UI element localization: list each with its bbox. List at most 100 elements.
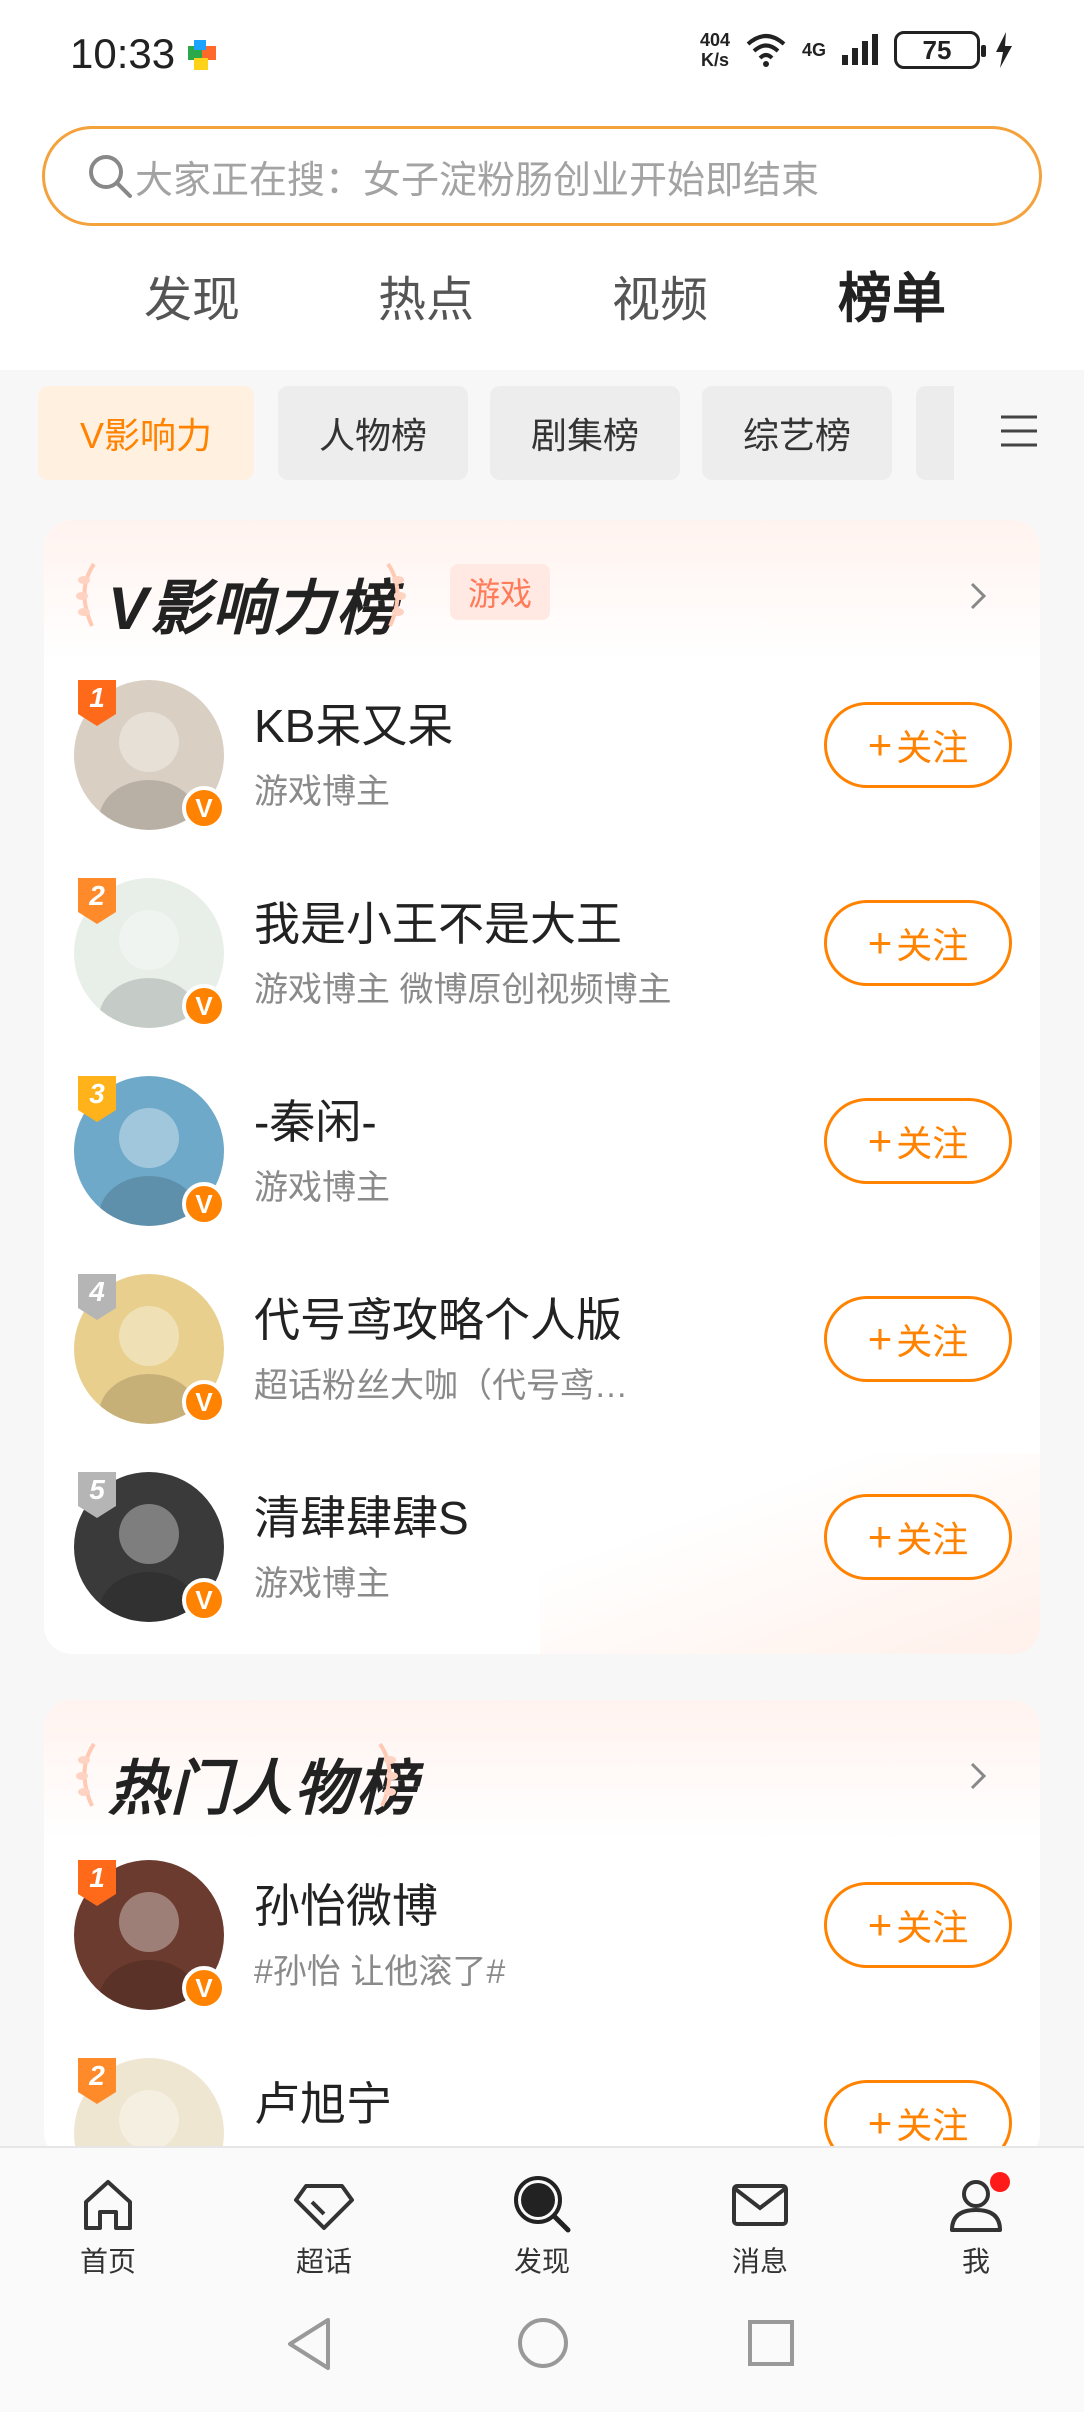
user-description: 游戏博主 微博原创视频博主 — [254, 971, 672, 1009]
user-name[interactable]: 代号鸢攻略个人版 — [254, 1284, 622, 1350]
battery-indicator: 75 — [894, 31, 986, 69]
signal-type: 4G — [801, 39, 826, 60]
avatar-container[interactable]: 3V — [74, 1076, 226, 1226]
category-tag: 游戏 — [450, 564, 550, 620]
network-speed: 404 K/s — [700, 30, 730, 70]
follow-label: 关注 — [896, 2105, 969, 2146]
follow-button[interactable]: + 关注 — [824, 1296, 1012, 1382]
chip-people[interactable]: 人物榜 — [278, 386, 468, 480]
search-placeholder: 大家正在搜：女子淀粉肠创业开始即结束 — [135, 159, 820, 202]
recents-square-icon[interactable] — [746, 2318, 796, 2368]
ranking-row[interactable]: 5 V 清肆肆肆S 游戏博主 + 关注 — [44, 1462, 1040, 1652]
plus-icon: + — [867, 1513, 893, 1560]
top-tabs: 发现 热点 视频 榜单 — [0, 250, 1084, 460]
nav-discover[interactable]: 发现 — [482, 2172, 602, 2280]
user-description: #孙怡 让他滚了# — [254, 1953, 506, 1991]
user-description: 游戏博主 — [254, 1169, 390, 1207]
network-speed-value: 404 — [699, 30, 730, 50]
follow-label: 关注 — [896, 727, 969, 768]
nav-super-topic-label: 超话 — [295, 2246, 352, 2277]
plus-icon: + — [867, 1315, 893, 1362]
user-name[interactable]: 清肆肆肆S — [254, 1482, 469, 1548]
nav-super-topic[interactable]: 超话 — [264, 2172, 384, 2280]
nav-discover-label: 发现 — [513, 2246, 570, 2277]
plus-icon: + — [867, 2099, 893, 2146]
v-influence-card: V影响力榜 游戏 1 V KB呆又呆 游戏博主 + 关注 2 V 我是小王不是大王 游戏博主 微博… — [44, 520, 1040, 1654]
avatar-container[interactable]: 5V — [74, 1472, 226, 1622]
laurel-right-icon — [378, 1742, 398, 1807]
ranking-row[interactable]: 1 V KB呆又呆游戏博主 + 关注 — [44, 670, 1040, 860]
tab-discover[interactable]: 发现 — [144, 260, 240, 330]
plus-icon: + — [867, 1117, 893, 1164]
rank-badge-icon — [78, 878, 116, 924]
follow-button[interactable]: + 关注 — [824, 702, 1012, 788]
category-menu-button[interactable] — [954, 376, 1084, 486]
ranking-row[interactable]: 4 V 代号鸢攻略个人版 超话粉丝大咖（代号鸢… + 关注 — [44, 1264, 1040, 1454]
nav-profile[interactable]: 我 — [916, 2172, 1036, 2280]
rank-badge-icon — [78, 1274, 116, 1320]
ranking-row[interactable]: 1 V 孙怡微博 #孙怡 让他滚了# + 关注 — [44, 1850, 1040, 2040]
chip-v-influence[interactable]: V影响力 — [38, 386, 254, 480]
charging-icon — [996, 32, 1012, 68]
follow-button[interactable]: + 关注 — [824, 900, 1012, 986]
chip-variety[interactable]: 综艺榜 — [702, 386, 892, 480]
ranking-category-chips: V影响力 人物榜 剧集榜 综艺榜 — [0, 370, 1084, 490]
ranking-row[interactable]: 2 V 我是小王不是大王游戏博主 微博原创视频博主 + 关注 — [44, 868, 1040, 1058]
status-indicators: 404 K/s 4G 75 — [700, 30, 1014, 70]
hot-people-card: 热门人物榜 1V孙怡微博#孙怡 让他滚了#+关注2V卢旭宁+关注 — [44, 1700, 1040, 2160]
home-circle-icon[interactable] — [516, 2316, 570, 2370]
header: 大家正在搜：女子淀粉肠创业开始即结束 发现 热点 视频 榜单 — [0, 110, 1084, 460]
diamond-icon — [294, 2184, 354, 2230]
discover-icon — [514, 2176, 571, 2233]
follow-label: 关注 — [896, 1123, 969, 1164]
follow-label: 关注 — [896, 925, 969, 966]
nav-home[interactable]: 首页 — [48, 2172, 168, 2280]
follow-label: 关注 — [896, 1321, 969, 1362]
card-title: 热门人物榜 — [108, 1755, 418, 1822]
chevron-right-icon[interactable] — [960, 1758, 996, 1794]
avatar-container[interactable]: 2V — [74, 878, 226, 1028]
nav-messages-label: 消息 — [731, 2246, 788, 2277]
plus-icon: + — [867, 919, 893, 966]
avatar-container[interactable]: 4V — [74, 1274, 226, 1424]
card-title: V影响力榜 — [108, 575, 399, 642]
user-name[interactable]: 卢旭宁 — [254, 2068, 392, 2134]
follow-button[interactable]: + 关注 — [824, 1098, 1012, 1184]
user-name[interactable]: 我是小王不是大王 — [254, 888, 622, 954]
follow-button[interactable]: + 关注 — [824, 1882, 1012, 1968]
home-icon — [84, 2180, 132, 2230]
ranking-row[interactable]: 2V 卢旭宁 +关注 — [44, 2048, 1040, 2160]
status-bar: 10:33 404 K/s 4G 75 — [0, 0, 1084, 110]
verified-v-icon: V — [182, 786, 226, 830]
tab-hot[interactable]: 热点 — [378, 260, 474, 330]
back-triangle-icon[interactable] — [284, 2316, 334, 2372]
rank-badge-icon — [78, 680, 116, 726]
system-navigation-bar — [0, 2282, 1084, 2412]
tab-video[interactable]: 视频 — [612, 260, 708, 330]
follow-label: 关注 — [896, 1519, 969, 1560]
follow-button[interactable]: + 关注 — [824, 1494, 1012, 1580]
laurel-right-icon — [386, 562, 406, 627]
chevron-right-icon[interactable] — [960, 578, 996, 614]
rank-badge-icon — [78, 1472, 116, 1518]
ranking-row[interactable]: 3 V -秦闲- 游戏博主 + 关注 — [44, 1066, 1040, 1256]
plus-icon: + — [867, 721, 893, 768]
nav-profile-label: 我 — [961, 2246, 990, 2277]
user-description: 游戏博主 — [254, 773, 390, 811]
user-name[interactable]: 孙怡微博 — [254, 1870, 438, 1936]
avatar-container[interactable]: 1V — [74, 680, 226, 830]
signal-icon — [842, 34, 878, 65]
user-name[interactable]: -秦闲- — [254, 1086, 377, 1152]
verified-v-icon: V — [182, 1380, 226, 1424]
tab-rankings[interactable]: 榜单 — [838, 254, 946, 333]
nav-messages[interactable]: 消息 — [700, 2172, 820, 2280]
chip-drama[interactable]: 剧集榜 — [490, 386, 680, 480]
laurel-left-icon — [76, 562, 96, 627]
avatar-container[interactable]: 1V — [74, 1860, 226, 2010]
rank-badge-icon — [78, 1076, 116, 1122]
search-input[interactable]: 大家正在搜：女子淀粉肠创业开始即结束 — [42, 126, 1042, 226]
plus-icon: + — [867, 1901, 893, 1948]
avatar-container[interactable]: 2V — [74, 2058, 224, 2160]
mail-icon — [732, 2184, 788, 2226]
user-name[interactable]: KB呆又呆 — [254, 690, 453, 756]
